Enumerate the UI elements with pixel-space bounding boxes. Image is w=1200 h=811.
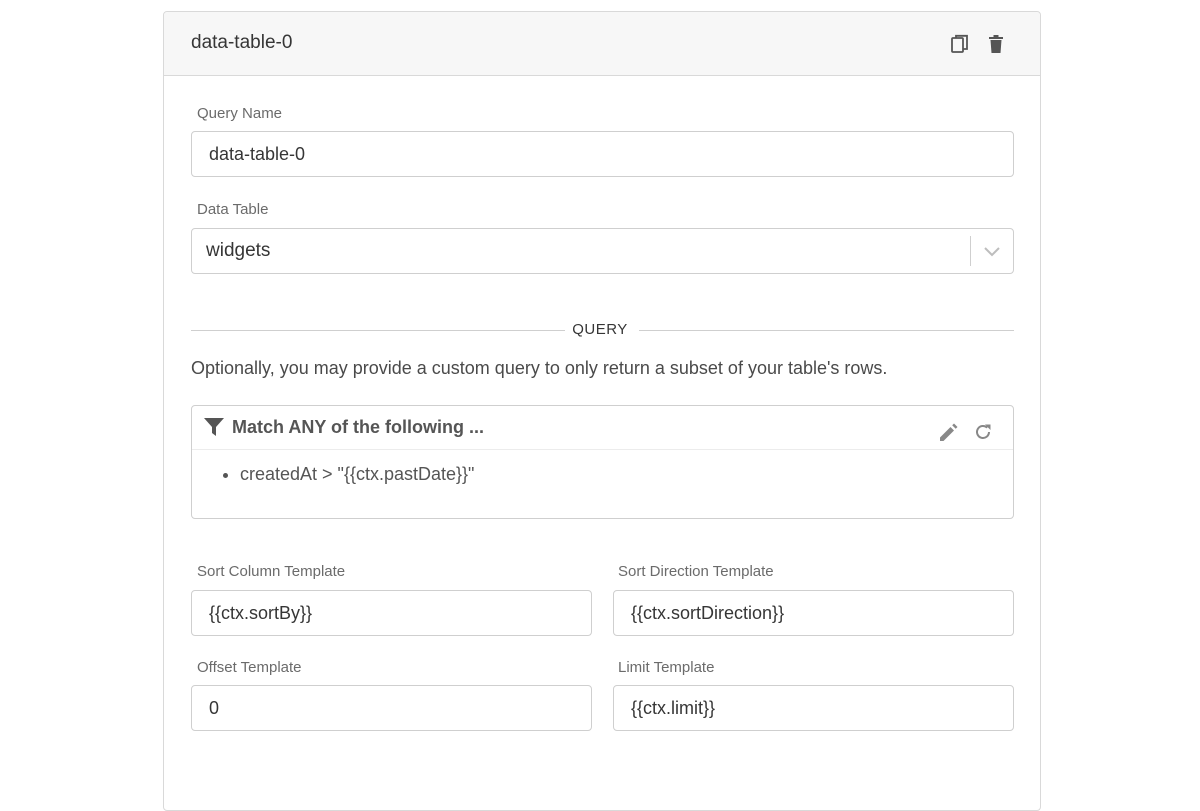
select-divider xyxy=(970,236,971,266)
chevron-down-icon[interactable] xyxy=(982,243,1002,259)
query-description: Optionally, you may provide a custom que… xyxy=(191,358,888,378)
query-filter-box: Match ANY of the following ... createdAt… xyxy=(191,405,1014,519)
filter-icon xyxy=(203,416,225,438)
refresh-icon[interactable] xyxy=(972,421,994,443)
sort-column-input[interactable]: {{ctx.sortBy}} xyxy=(191,590,592,636)
query-condition: createdAt > "{{ctx.pastDate}}" xyxy=(240,464,474,485)
query-name-value: data-table-0 xyxy=(209,143,306,164)
limit-value: {{ctx.limit}} xyxy=(631,697,716,718)
panel-title: data-table-0 xyxy=(191,32,293,53)
query-filter-header: Match ANY of the following ... xyxy=(192,406,1013,450)
sort-column-label: Sort Column Template xyxy=(197,563,346,580)
panel-header: data-table-0 xyxy=(164,12,1040,76)
offset-label: Offset Template xyxy=(197,659,302,676)
query-name-label: Query Name xyxy=(197,105,283,122)
copy-icon[interactable] xyxy=(949,33,971,55)
data-table-selected-value: widgets xyxy=(206,240,271,261)
query-section-title: QUERY xyxy=(572,321,628,338)
offset-value: 0 xyxy=(209,697,220,718)
limit-label: Limit Template xyxy=(618,659,715,676)
query-name-input[interactable]: data-table-0 xyxy=(191,131,1014,177)
trash-icon[interactable] xyxy=(985,33,1007,55)
data-table-select[interactable]: widgets xyxy=(191,228,1014,274)
sort-column-value: {{ctx.sortBy}} xyxy=(209,602,313,623)
offset-input[interactable]: 0 xyxy=(191,685,592,731)
pencil-icon[interactable] xyxy=(938,421,960,443)
sort-direction-input[interactable]: {{ctx.sortDirection}} xyxy=(613,590,1014,636)
sort-direction-label: Sort Direction Template xyxy=(618,563,774,580)
query-filter-title: Match ANY of the following ... xyxy=(232,417,484,437)
sort-direction-value: {{ctx.sortDirection}} xyxy=(631,602,785,623)
limit-input[interactable]: {{ctx.limit}} xyxy=(613,685,1014,731)
data-table-label: Data Table xyxy=(197,201,269,218)
query-condition-list: createdAt > "{{ctx.pastDate}}" xyxy=(240,464,474,485)
